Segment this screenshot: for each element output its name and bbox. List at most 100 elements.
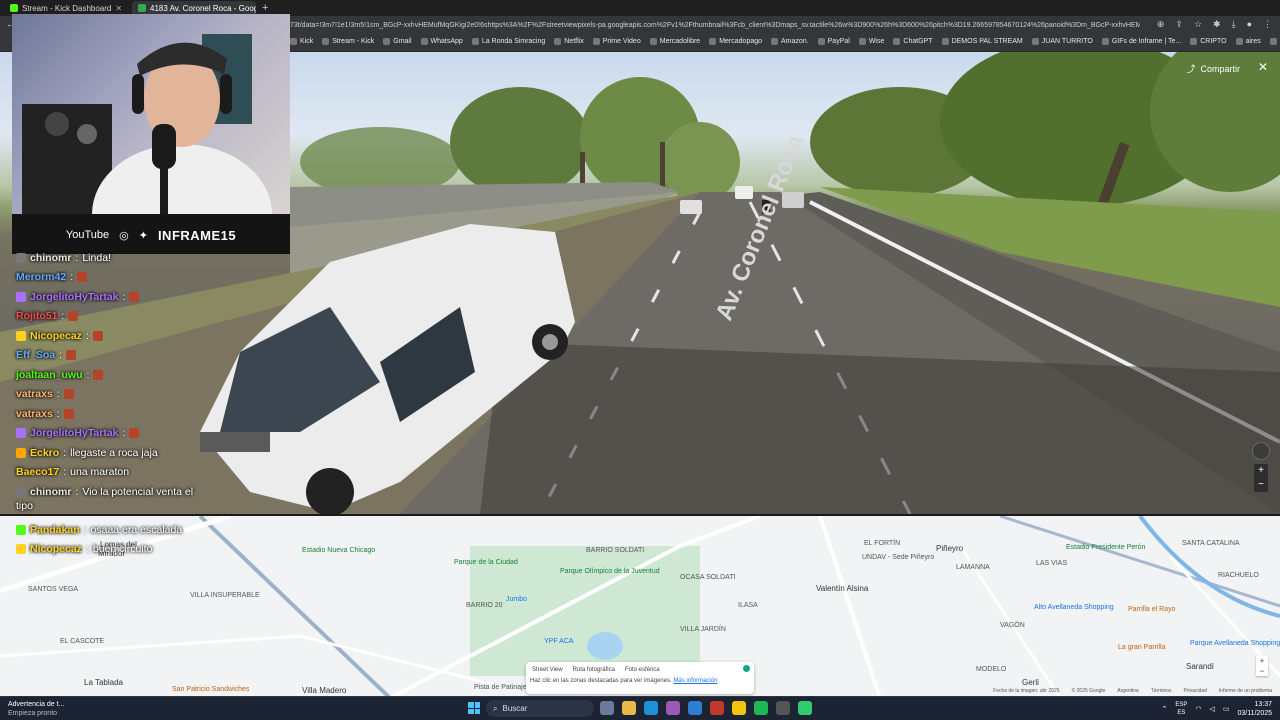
more-info-link[interactable]: Más información [673,678,717,684]
chat-username[interactable]: Eckro [30,447,59,459]
close-tab-icon[interactable]: ✕ [115,4,122,13]
map-place-label[interactable]: Villa Madero [302,686,346,695]
bookmark-item[interactable]: GIFs de Inframe | Te... [1101,38,1181,45]
wifi-icon[interactable]: ◠ [1195,705,1201,713]
language-indicator[interactable]: ESP ES [1175,701,1187,717]
map-place-label[interactable]: VILLA JARDÍN [680,626,726,633]
map-place-label[interactable]: EL CASCOTE [60,638,104,645]
tab-google-maps[interactable]: 4183 Av. Coronel Roca - Google ✕ [132,1,256,15]
bookmark-item[interactable]: ChatGPT [893,38,933,45]
task-view-icon[interactable] [600,701,614,715]
map-place-label[interactable]: SANTA CATALINA [1182,540,1240,547]
chrome-icon[interactable] [798,701,812,715]
map-place-label[interactable]: San Patricio Sandwiches [172,686,249,693]
windows-start-icon[interactable] [468,702,480,714]
map-place-label[interactable]: MODELO [976,666,1006,673]
map-place-label[interactable]: OCASA SOLDATI [680,574,736,581]
zoom-in-icon[interactable]: + [1254,464,1268,478]
map-place-label[interactable]: Estadio Presidente Perón [1066,544,1145,551]
spotify-icon[interactable] [754,701,768,715]
chat-username[interactable]: Baeco17 [16,466,59,478]
share-button[interactable]: ⤴ Compartir [1186,62,1240,75]
map-place-label[interactable]: Alto Avellaneda Shopping [1034,604,1114,611]
app-icon[interactable] [732,701,746,715]
edge-icon[interactable] [644,701,658,715]
chat-username[interactable]: chinomr [30,252,71,264]
bookmark-item[interactable]: PayPal [817,38,850,45]
map-place-label[interactable]: Estadio Nueva Chicago [302,547,375,554]
bookmark-item[interactable]: Prime Video [592,38,641,45]
layer-toggle-icon[interactable] [743,665,750,672]
map-place-label[interactable]: VILLA INSUPERABLE [190,592,260,599]
bookmark-item[interactable]: Mercadopago [709,38,762,45]
bookmark-item[interactable]: Wise [858,38,884,45]
tray-chevron-icon[interactable]: ⌃ [1161,705,1167,713]
extensions-icon[interactable]: ✱ [1213,19,1221,30]
chat-username[interactable]: Nicopecaz [30,330,82,342]
map-place-label[interactable]: Parque Avellaneda Shopping [1190,640,1280,647]
bookmark-item[interactable]: aires [1235,38,1261,45]
map-place-label[interactable]: LAMANNA [956,564,990,571]
map-place-label[interactable]: LAS VIAS [1036,560,1067,567]
map-place-label[interactable]: BARRIO SOLDATI [586,547,644,554]
url-field[interactable]: 73t/data=!3m7!1e1!3m5!1sm_BGcP-xxhvHEMuf… [290,19,1140,33]
profile-avatar[interactable]: ● [1247,19,1252,30]
bookmark-item[interactable]: Stream - Kick [322,38,374,45]
chat-username[interactable]: JorgelitoHyTartak [30,427,119,439]
map-footer-item[interactable]: Términos [1151,688,1172,694]
map-place-label[interactable]: La Tablada [84,678,123,687]
app-icon[interactable] [666,701,680,715]
chat-username[interactable]: Merorm42 [16,271,66,283]
menu-dots-icon[interactable]: ⋮ [1263,19,1272,30]
layer-photo-route[interactable]: Ruta fotográfica [573,667,615,673]
app-icon[interactable] [776,701,790,715]
bookmark-item[interactable]: WhatsApp [420,38,463,45]
map-place-label[interactable]: Parque Olímpico de la Juventud [560,568,660,575]
bookmark-item[interactable]: La Ronda Simracing [471,38,545,45]
map-zoom-in-icon[interactable]: + [1256,656,1268,666]
map-place-label[interactable]: La gran Parrilla [1118,644,1165,651]
layer-spherical-photo[interactable]: Foto esférica [625,667,660,673]
compass-icon[interactable] [1252,442,1270,460]
map-place-label[interactable]: EL FORTÍN [864,540,900,547]
steam-icon[interactable] [688,701,702,715]
bookmark-star-icon[interactable]: ☆ [1194,19,1202,30]
chat-username[interactable]: Eff_Soa [16,349,55,361]
bookmark-item[interactable]: CRIPTO [1190,38,1227,45]
map-place-label[interactable]: Valentín Alsina [816,584,868,593]
map-footer-item[interactable]: Privacidad [1184,688,1207,694]
bookmark-item[interactable]: Netflix [554,38,584,45]
bookmark-item[interactable]: Kick [290,38,313,45]
bookmark-item[interactable]: Amazon. [771,38,809,45]
taskbar-search[interactable]: ⌕ Buscar [486,700,594,717]
bookmark-item[interactable]: EL MEGA PACK PAP... [1269,38,1280,45]
clock[interactable]: 13:37 03/11/2025 [1237,700,1272,718]
bookmark-item[interactable]: DEMOS PAL STREAM [941,38,1023,45]
tab-kick-dashboard[interactable]: Stream - Kick Dashboard ✕ [4,1,128,15]
close-street-view-icon[interactable]: ✕ [1258,60,1268,74]
bookmark-item[interactable]: JUAN TURRITO [1031,38,1093,45]
map-place-label[interactable]: Pista de Patinaje [474,684,527,691]
chat-username[interactable]: vatraxs [16,388,53,400]
map-place-label[interactable]: SANTOS VEGA [28,586,78,593]
map-place-label[interactable]: UNDAV - Sede Piñeyro [862,554,934,561]
map-place-label[interactable]: RIACHUELO [1218,572,1259,579]
map-place-label[interactable]: Parrilla el Rayo [1128,606,1175,613]
map-footer-item[interactable]: Informe de un problema [1219,688,1272,694]
chat-username[interactable]: Pandakan [30,524,80,536]
bookmark-item[interactable]: Mercadolibre [649,38,700,45]
notification-widget[interactable]: Advertencia de t... Empieza pronto [8,700,64,718]
map-place-label[interactable]: Parque de la Ciudad [454,559,518,566]
zoom-out-icon[interactable]: − [1254,478,1268,492]
map-place-label[interactable]: ILASA [738,602,758,609]
share-page-icon[interactable]: ⇪ [1175,19,1183,30]
battery-icon[interactable]: ▭ [1223,705,1230,713]
chat-username[interactable]: vatraxs [16,408,53,420]
map-place-label[interactable]: Piñeyro [936,544,963,553]
map-place-label[interactable]: YPF ACA [544,638,574,645]
map-place-label[interactable]: Sarandí [1186,662,1214,671]
chat-username[interactable]: Rojito51 [16,310,57,322]
chat-username[interactable]: joaltaan_uwu [16,369,83,381]
map-place-label[interactable]: BARRIO 20 [466,602,503,609]
map-place-label[interactable]: Gerli [1022,678,1039,687]
